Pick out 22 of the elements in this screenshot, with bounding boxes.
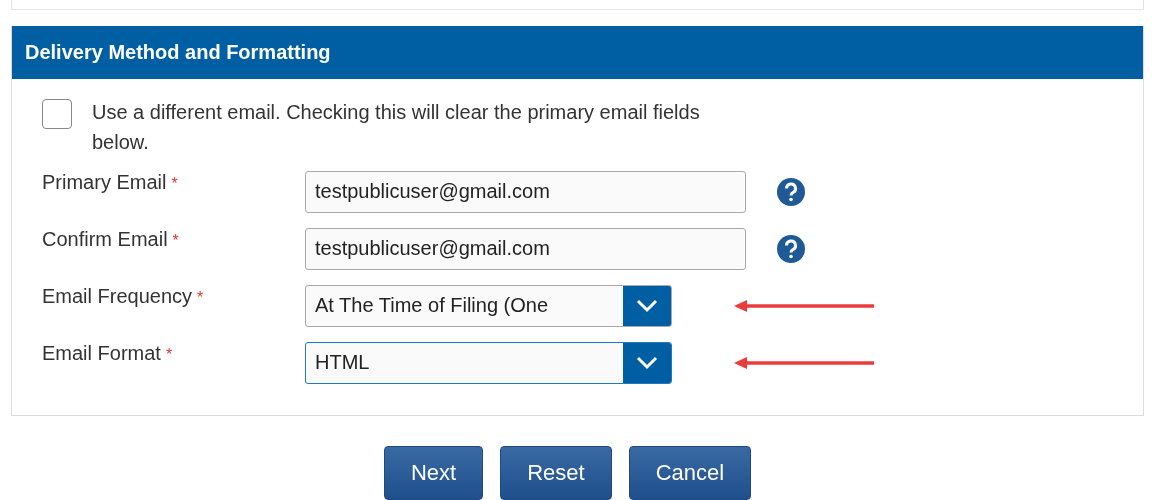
form-button[interactable]: Cancel — [628, 446, 752, 500]
chevron-down-icon — [636, 298, 658, 313]
dropdown[interactable]: At The Time of Filing (One — [305, 284, 672, 327]
chevron-down-icon — [636, 355, 658, 370]
required-mark: * — [165, 346, 173, 363]
required-mark: * — [197, 289, 204, 306]
help-icon[interactable] — [777, 234, 805, 263]
required-mark: * — [171, 175, 178, 192]
form-button[interactable]: Reset — [500, 446, 612, 500]
help-icon[interactable] — [777, 177, 805, 206]
panel-header: Delivery Method and Formatting — [12, 26, 1143, 79]
form-button[interactable]: Next — [383, 446, 484, 500]
checkbox[interactable] — [42, 99, 72, 129]
field-label: Confirm Email * — [42, 228, 180, 251]
field-label: Primary Email * — [42, 171, 179, 194]
field-label: Email Format * — [42, 342, 174, 365]
checkbox-label: Use a different email. Checking this will clear the primary email fields below. — [92, 100, 701, 155]
input-field[interactable]: testpublicuser@gmail.com — [305, 227, 746, 270]
dropdown[interactable]: HTML — [305, 341, 672, 384]
required-mark: * — [172, 232, 179, 249]
input-field[interactable]: testpublicuser@gmail.com — [305, 170, 746, 213]
field-label: Email Frequency * — [42, 285, 205, 308]
